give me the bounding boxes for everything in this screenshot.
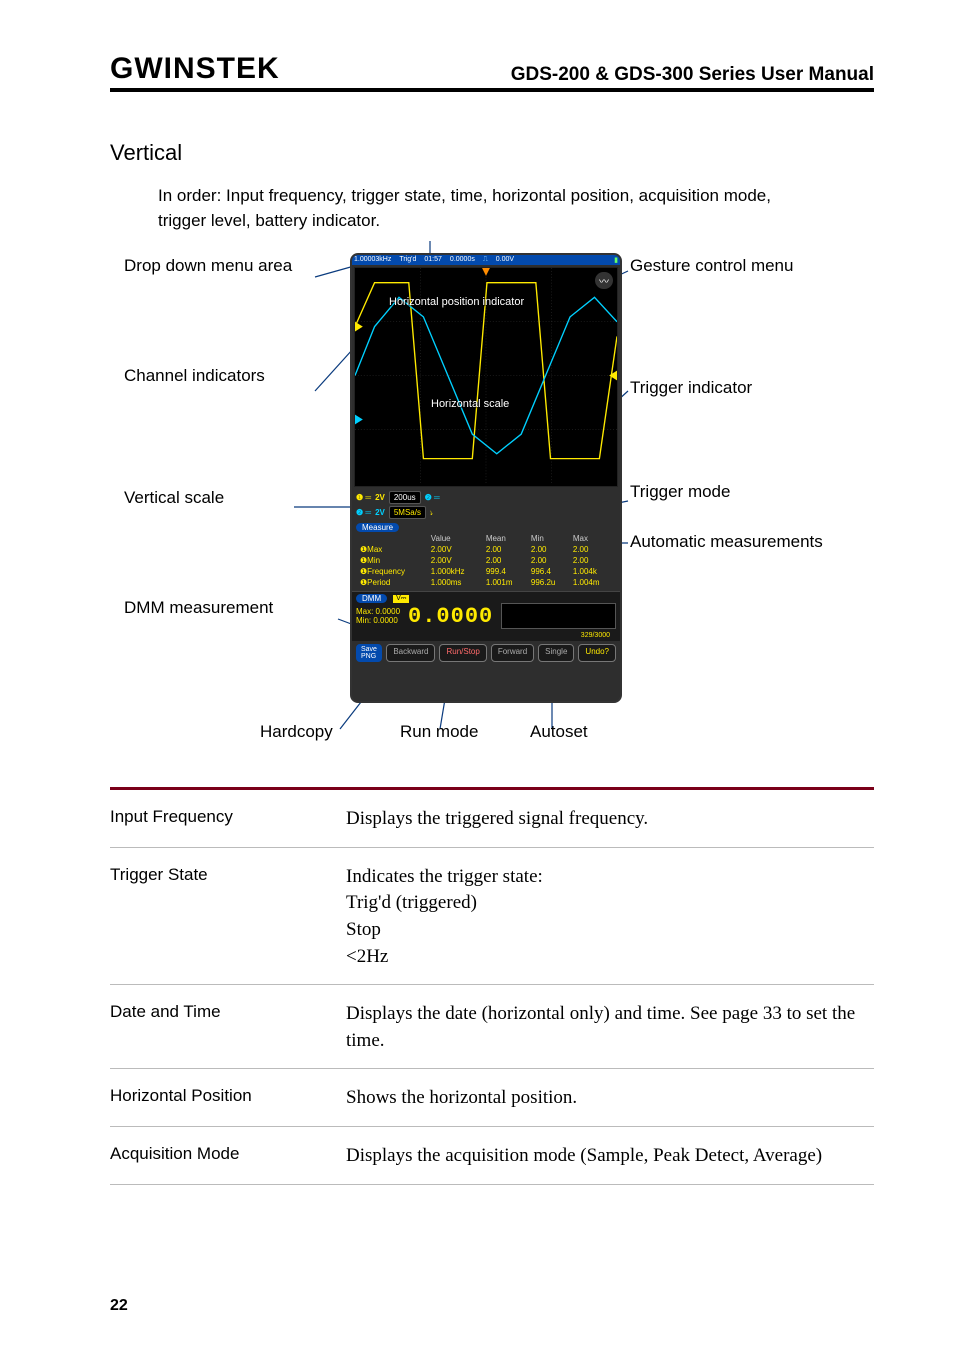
- ch2-volt: 2V: [375, 508, 385, 517]
- def-desc: Displays the date (horizontal only) and …: [346, 1001, 874, 1054]
- label-channel: Channel indicators: [124, 365, 265, 387]
- waveform-area: 〰 Horizontal position indicator Horizont…: [354, 267, 618, 487]
- def-term: Trigger State: [110, 864, 336, 970]
- forward-button[interactable]: Forward: [491, 644, 534, 662]
- def-row-input-frequency: Input Frequency Displays the triggered s…: [110, 790, 874, 848]
- section-heading: Vertical: [110, 140, 874, 166]
- ss-acq-icon: ⎍: [483, 256, 488, 264]
- label-autoset: Autoset: [530, 721, 588, 743]
- ss-hpos: 0.0000s: [450, 256, 475, 264]
- overlay-hpos: Horizontal position indicator: [389, 296, 524, 308]
- intro-text: In order: Input frequency, trigger state…: [158, 184, 774, 233]
- dmm-pill: DMM: [356, 594, 387, 603]
- page-number: 22: [110, 1297, 128, 1315]
- undo-button[interactable]: Undo?: [578, 644, 616, 662]
- definitions-table: Input Frequency Displays the triggered s…: [110, 787, 874, 1184]
- label-automeas: Automatic measurements: [630, 531, 823, 553]
- dmm-value: 0.0000: [408, 604, 493, 629]
- ss-measurements: Measure ValueMeanMinMax ❶Max2.00V2.002.0…: [352, 521, 620, 591]
- page-header: GWINSTEK GDS-200 & GDS-300 Series User M…: [110, 52, 874, 92]
- def-term: Date and Time: [110, 1001, 336, 1054]
- label-dmm: DMM measurement: [124, 597, 273, 619]
- trigmode-icon: ⭏: [430, 508, 433, 517]
- def-row-horizontal-position: Horizontal Position Shows the horizontal…: [110, 1069, 874, 1127]
- annotated-diagram: Drop down menu area Channel indicators V…: [110, 241, 874, 771]
- def-desc: Indicates the trigger state: Trig'd (tri…: [346, 864, 874, 970]
- device-screenshot: 1.00003kHz Trig'd 01:57 0.0000s ⎍ 0.00V …: [350, 253, 622, 703]
- runstop-button[interactable]: Run/Stop: [439, 644, 486, 662]
- ss-state: Trig'd: [399, 256, 416, 264]
- label-trigmode: Trigger mode: [630, 481, 730, 503]
- single-button[interactable]: Single: [538, 644, 574, 662]
- dmm-max: Max: 0.0000: [356, 607, 400, 616]
- ch2-badge: ❷ ═: [356, 508, 371, 517]
- battery-icon: ▮: [614, 256, 618, 264]
- def-term: Acquisition Mode: [110, 1143, 336, 1170]
- ss-time: 01:57: [424, 256, 442, 264]
- label-gesture: Gesture control menu: [630, 255, 793, 277]
- overlay-hscale: Horizontal scale: [431, 398, 509, 410]
- def-desc: Displays the triggered signal frequency.: [346, 806, 874, 833]
- def-term: Horizontal Position: [110, 1085, 336, 1112]
- backward-button[interactable]: Backward: [386, 644, 435, 662]
- def-term: Input Frequency: [110, 806, 336, 833]
- dmm-minigraph: [501, 603, 616, 629]
- def-desc: Shows the horizontal position.: [346, 1085, 874, 1112]
- dmm-mode-icon: V⎓: [393, 595, 409, 603]
- ss-level: 0.00V: [496, 256, 514, 264]
- ch1-volt: 2V: [375, 493, 385, 502]
- label-vscale: Vertical scale: [124, 487, 224, 509]
- dmm-count: 329/3000: [581, 632, 610, 639]
- label-runmode: Run mode: [400, 721, 478, 743]
- def-row-acquisition-mode: Acquisition Mode Displays the acquisitio…: [110, 1127, 874, 1185]
- measure-pill: Measure: [356, 523, 399, 532]
- def-desc: Displays the acquisition mode (Sample, P…: [346, 1143, 874, 1170]
- ss-rate: 5MSa/s: [389, 506, 426, 519]
- label-hardcopy: Hardcopy: [260, 721, 333, 743]
- ss-dmm: DMM V⎓ Max: 0.0000 Min: 0.0000 0.0000 32…: [352, 591, 620, 641]
- ss-midbar2: ❷ ═ 2V 5MSa/s ⭏: [352, 504, 620, 521]
- ss-topbar: 1.00003kHz Trig'd 01:57 0.0000s ⎍ 0.00V …: [352, 255, 620, 265]
- def-row-date-time: Date and Time Displays the date (horizon…: [110, 985, 874, 1069]
- ss-button-row: Save PNG Backward Run/Stop Forward Singl…: [352, 641, 620, 665]
- brand-logo: GWINSTEK: [110, 52, 280, 86]
- label-trigind: Trigger indicator: [630, 377, 752, 399]
- save-button[interactable]: Save PNG: [356, 644, 382, 662]
- manual-title: GDS-200 & GDS-300 Series User Manual: [511, 64, 874, 86]
- ch2-edge: ❷ ═: [425, 493, 440, 502]
- dmm-min: Min: 0.0000: [356, 616, 400, 625]
- ch1-badge: ❶ ═: [356, 493, 371, 502]
- ss-tdiv: 200us: [389, 491, 421, 504]
- ss-freq: 1.00003kHz: [354, 256, 391, 264]
- label-dropdown: Drop down menu area: [124, 255, 292, 277]
- def-row-trigger-state: Trigger State Indicates the trigger stat…: [110, 848, 874, 985]
